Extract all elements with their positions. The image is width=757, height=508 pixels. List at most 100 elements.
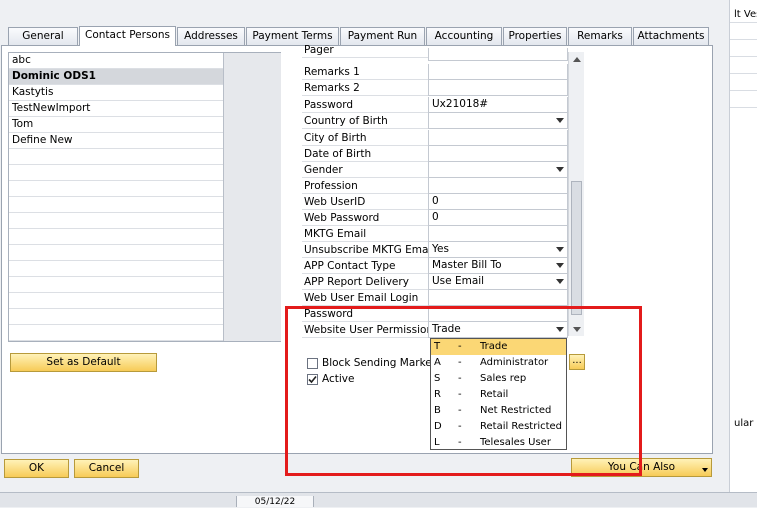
field-label: Profession [302,178,428,194]
list-item-empty [9,309,223,325]
gender-select[interactable] [428,162,568,178]
tab-remarks[interactable]: Remarks [568,27,632,45]
tab-label: Accounting [434,30,494,42]
field-row-gender: Gender [302,162,568,178]
tab-label: Attachments [637,30,705,42]
country-of-birth-select[interactable] [428,113,568,129]
app-report-delivery-select[interactable]: Use Email [428,274,568,290]
field-row-app-contact-type: APP Contact Type Master Bill To [302,258,568,274]
list-item-empty [9,149,223,165]
list-item-empty [9,181,223,197]
dropdown-arrow-icon [702,468,708,472]
field-row-country-of-birth: Country of Birth [302,113,568,129]
tab-contact-persons[interactable]: Contact Persons [79,26,176,46]
field-row-remarks-2: Remarks 2 [302,80,568,96]
list-item-empty [9,197,223,213]
field-value[interactable] [428,290,568,306]
tab-accounting[interactable]: Accounting [426,27,502,45]
tab-label: Remarks [577,30,623,42]
field-label: MKTG Email [302,226,428,242]
chevron-down-icon[interactable] [556,263,564,268]
list-item[interactable]: abc [9,53,223,69]
field-row-password: Password Ux21018# [302,97,568,113]
status-bar [0,492,757,507]
field-value[interactable] [428,146,568,162]
tab-general[interactable]: General [8,27,78,45]
field-label: Remarks 1 [302,64,428,80]
tab-addresses[interactable]: Addresses [177,27,245,45]
field-row-remarks-1: Remarks 1 [302,64,568,80]
status-date: 05/12/22 [236,496,314,507]
list-item-selected[interactable]: Dominic ODS1 [9,69,223,85]
cancel-button[interactable]: Cancel [74,459,139,478]
field-row-app-report-delivery: APP Report Delivery Use Email [302,274,568,290]
field-row-profession: Profession [302,178,568,194]
list-item[interactable]: Tom [9,117,223,133]
select-value: Yes [432,243,449,255]
tab-payment-terms[interactable]: Payment Terms [246,27,339,45]
field-label: City of Birth [302,130,428,146]
background-text: ular [734,418,754,429]
field-label: Web UserID [302,194,428,210]
chevron-down-icon[interactable] [556,279,564,284]
list-item[interactable]: Kastytis [9,85,223,101]
field-label: Pager [302,45,428,58]
list-item-empty [9,325,223,341]
field-value[interactable] [428,130,568,146]
list-item-empty [9,165,223,181]
background-text: lt Vest [734,9,757,20]
tab-label: Properties [508,30,562,42]
field-label: Remarks 2 [302,80,428,96]
highlight-annotation [285,306,642,476]
background-window-strip: lt Vest ular [729,0,757,492]
list-item-empty [9,229,223,245]
tab-payment-run[interactable]: Payment Run [340,27,425,45]
tab-attachments[interactable]: Attachments [633,27,709,45]
field-row-web-user-email-login: Web User Email Login [302,290,568,306]
field-value[interactable] [428,178,568,194]
field-label: Country of Birth [302,113,428,129]
set-as-default-button[interactable]: Set as Default [10,353,157,372]
list-item-empty [9,213,223,229]
select-value: Use Email [432,275,485,287]
contact-persons-list[interactable]: abc Dominic ODS1 Kastytis TestNewImport … [8,52,281,342]
field-label: APP Contact Type [302,258,428,274]
field-value[interactable] [428,80,568,96]
select-value: Master Bill To [432,259,502,271]
field-value[interactable] [428,48,568,61]
scroll-up-icon[interactable] [573,57,581,62]
field-label: Gender [302,162,428,178]
field-label: APP Report Delivery [302,274,428,290]
field-row-date-of-birth: Date of Birth [302,146,568,162]
field-row-unsubscribe: Unsubscribe MKTG Email Yes [302,242,568,258]
tab-label: Payment Terms [252,30,333,42]
list-item-empty [9,293,223,309]
password-field[interactable]: Ux21018# [428,97,568,113]
field-value[interactable]: 0 [428,194,568,210]
field-label: Password [302,97,428,113]
tab-label: Addresses [184,30,238,42]
chevron-down-icon[interactable] [556,118,564,123]
app-contact-type-select[interactable]: Master Bill To [428,258,568,274]
tab-properties[interactable]: Properties [503,27,567,45]
field-label: Web User Email Login [302,290,428,306]
unsubscribe-select[interactable]: Yes [428,242,568,258]
scroll-thumb[interactable] [571,181,582,315]
chevron-down-icon[interactable] [556,167,564,172]
list-item[interactable]: TestNewImport [9,101,223,117]
list-item-empty [9,277,223,293]
field-row-pager: Pager [302,45,568,64]
list-item-empty [9,245,223,261]
field-label: Web Password [302,210,428,226]
chevron-down-icon[interactable] [556,247,564,252]
list-item[interactable]: Define New [9,133,223,149]
properties-scrollbar[interactable] [568,52,584,336]
field-value[interactable] [428,64,568,80]
field-value[interactable]: 0 [428,210,568,226]
tab-label: Payment Run [347,30,418,42]
field-value[interactable] [428,226,568,242]
field-row-web-password: Web Password 0 [302,210,568,226]
ok-button[interactable]: OK [4,459,69,478]
field-row-mktg-email: MKTG Email [302,226,568,242]
field-label: Unsubscribe MKTG Email [302,244,428,258]
